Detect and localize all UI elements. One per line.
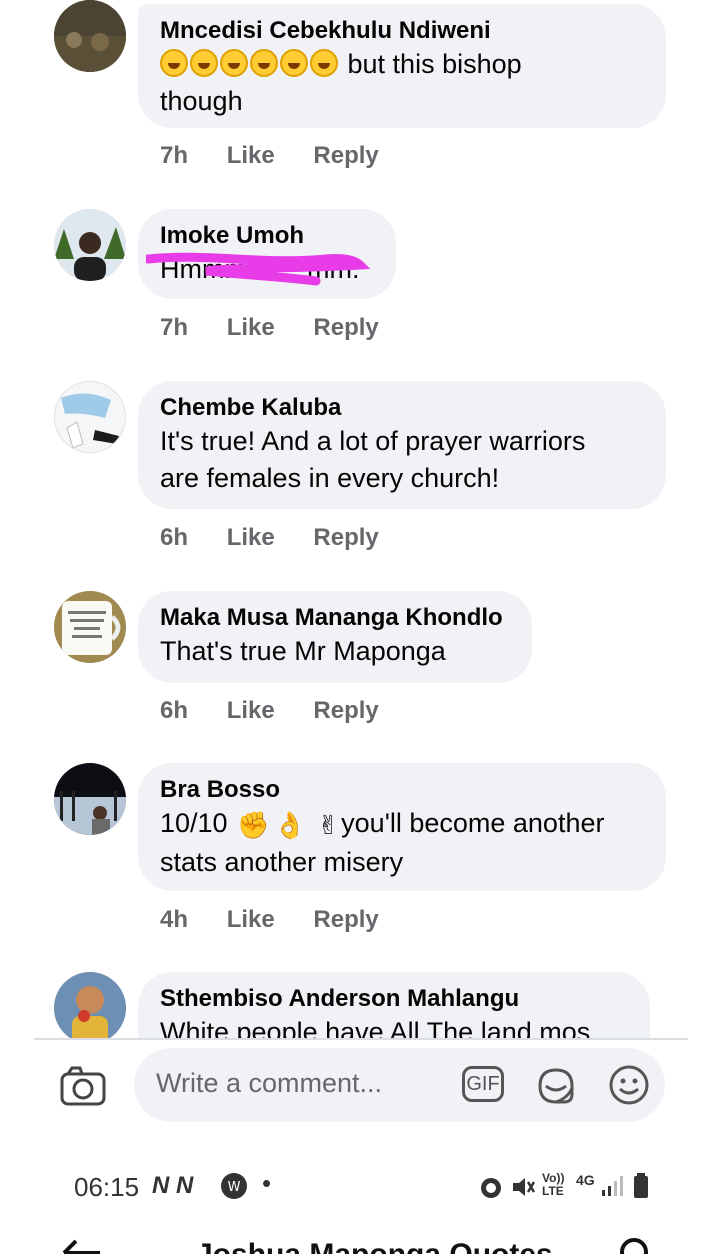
battery-icon — [634, 1173, 648, 1198]
comment-6: Sthembiso Anderson Mahlangu White people… — [0, 972, 720, 1038]
reply-button[interactable]: Reply — [313, 906, 378, 933]
comment-time: 4h — [160, 906, 189, 933]
comment-text: 10/10 ✊ 👌 ✌you'll become another stats an… — [160, 808, 605, 877]
comment-text: It's true! And a lot of prayer warriors … — [160, 426, 586, 493]
status-bar: 06:15 N N W • Vo)) LTE 4G — [0, 1160, 720, 1216]
comment-time: 7h — [160, 314, 189, 341]
notification-app-icon: W — [221, 1173, 247, 1199]
like-button[interactable]: Like — [227, 906, 275, 933]
comment-text: but this bishop though — [160, 49, 522, 116]
laughing-emoji-icon — [160, 49, 340, 79]
signal-icon — [602, 1176, 623, 1196]
comment-bubble: Imoke Umoh Hmmm........mm. — [138, 209, 396, 299]
emoji-icon — [609, 1065, 649, 1105]
reply-button[interactable]: Reply — [313, 697, 378, 724]
camera-button[interactable] — [60, 1066, 106, 1106]
comment-bubble: Chembe Kaluba It's true! And a lot of pr… — [138, 381, 666, 509]
reply-button[interactable]: Reply — [313, 524, 378, 551]
svg-text:W: W — [228, 1180, 241, 1195]
like-button[interactable]: Like — [227, 314, 275, 341]
reply-button[interactable]: Reply — [313, 142, 378, 169]
comment-meta: 7h Like Reply — [160, 142, 411, 170]
camera-icon — [60, 1066, 106, 1106]
comment-composer[interactable]: Write a comment... GIF — [134, 1048, 665, 1122]
comment-bubble: Sthembiso Anderson Mahlangu White people… — [138, 972, 650, 1038]
avatar[interactable] — [54, 0, 126, 72]
emoji-button[interactable] — [608, 1064, 650, 1106]
comment-bubble: Maka Musa Mananga Khondlo That's true Mr… — [138, 591, 532, 683]
gif-button[interactable]: GIF — [462, 1066, 504, 1102]
comment-text: Hmmm........mm. — [146, 251, 374, 288]
mute-icon — [513, 1178, 536, 1196]
comment-input[interactable]: Write a comment... — [156, 1068, 382, 1099]
sticker-button[interactable] — [534, 1064, 578, 1108]
back-arrow-icon[interactable] — [62, 1238, 102, 1254]
fist-emoji-icon: ✊ — [237, 810, 270, 840]
dot-icon: • — [262, 1168, 272, 1198]
reply-button[interactable]: Reply — [313, 314, 378, 341]
page-title: Joshua Maponga Quotes — [196, 1238, 553, 1254]
ok-hand-emoji-icon: 👌 — [273, 810, 306, 840]
avatar[interactable] — [54, 972, 126, 1038]
comment-meta: 7h Like Reply — [160, 314, 411, 342]
app-bar: Joshua Maponga Quotes — [0, 1228, 720, 1254]
status-time: 06:15 — [74, 1172, 140, 1202]
comment-bubble: Bra Bosso 10/10 ✊ 👌 ✌you'll become anothe… — [138, 763, 666, 891]
comment-author[interactable]: Bra Bosso — [160, 775, 644, 805]
search-icon[interactable] — [618, 1236, 652, 1254]
redaction-scribble — [146, 252, 371, 286]
avatar[interactable] — [54, 209, 126, 281]
comment-author[interactable]: Chembe Kaluba — [160, 393, 644, 423]
like-button[interactable]: Like — [227, 142, 275, 169]
sticker-icon — [538, 1068, 574, 1104]
comment-author[interactable]: Maka Musa Mananga Khondlo — [160, 603, 510, 633]
network-type: 4G — [576, 1172, 595, 1188]
comment-author[interactable]: Mncedisi Cebekhulu Ndiweni — [160, 16, 644, 46]
gif-icon: GIF — [466, 1073, 500, 1095]
comment-bubble: Mncedisi Cebekhulu Ndiweni but this bish… — [138, 4, 666, 128]
comment-text: That's true Mr Maponga — [160, 636, 446, 666]
comment-text: White people have All The land mos — [160, 1017, 591, 1038]
avatar[interactable] — [54, 591, 126, 663]
crossed-fingers-emoji-icon: ✌ — [317, 810, 340, 840]
avatar[interactable] — [54, 763, 126, 835]
avatar[interactable] — [54, 381, 126, 453]
comment-meta: 6h Like Reply — [160, 524, 411, 552]
comment-meta: 6h Like Reply — [160, 697, 411, 725]
comment-time: 7h — [160, 142, 189, 169]
notification-icons: N N — [152, 1172, 194, 1199]
alarm-icon — [481, 1178, 501, 1198]
volte-label: Vo)) LTE — [542, 1171, 565, 1198]
comment-meta: 4h Like Reply — [160, 906, 411, 934]
like-button[interactable]: Like — [227, 697, 275, 724]
divider — [34, 1038, 688, 1040]
comment-time: 6h — [160, 697, 189, 724]
like-button[interactable]: Like — [227, 524, 275, 551]
comment-time: 6h — [160, 524, 189, 551]
comment-author[interactable]: Sthembiso Anderson Mahlangu — [160, 984, 628, 1014]
